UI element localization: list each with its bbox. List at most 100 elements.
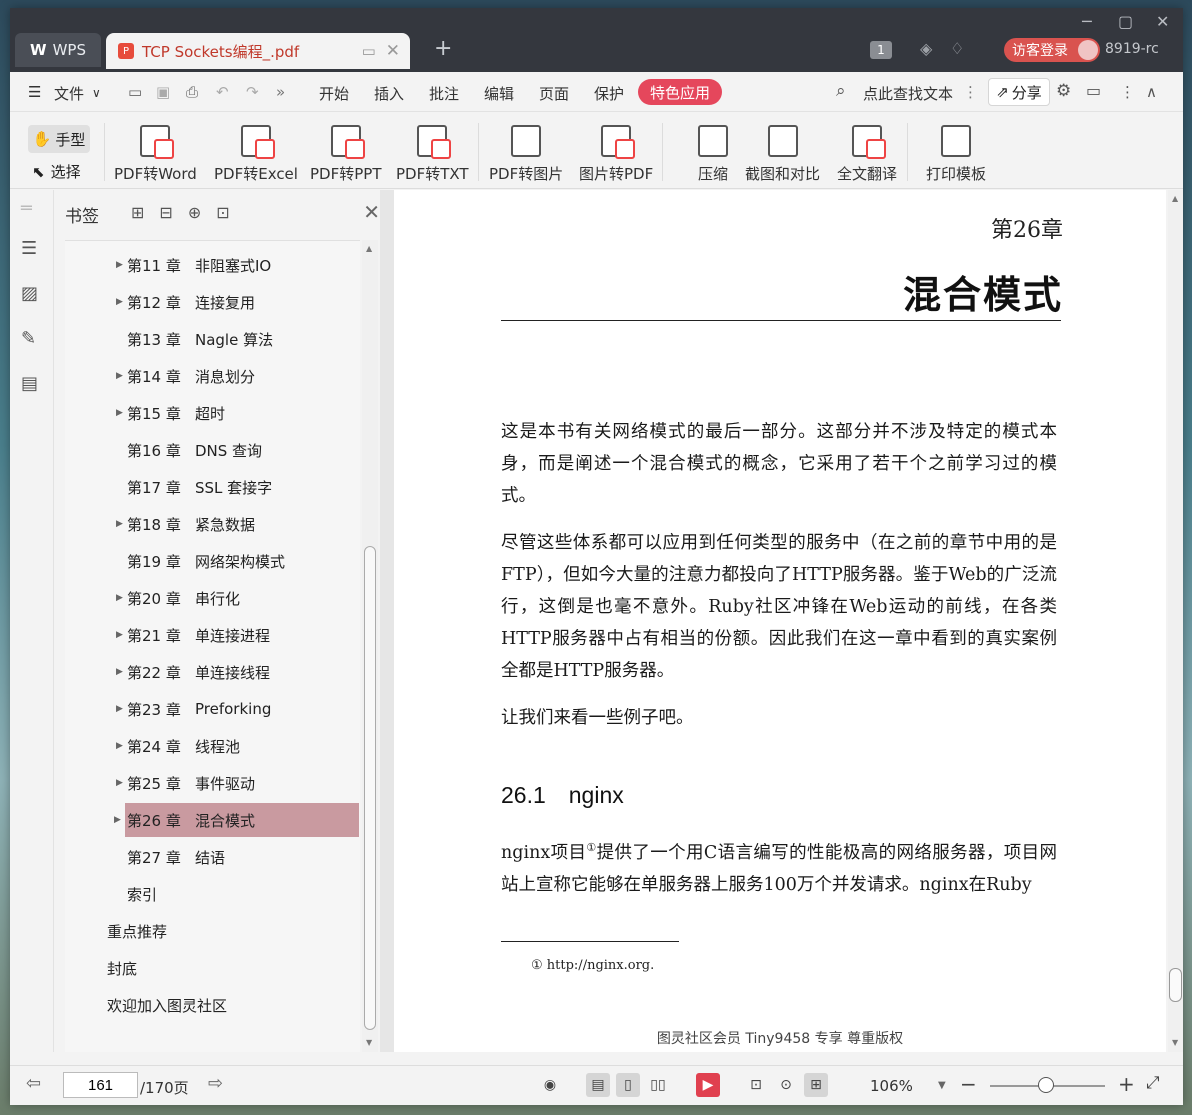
scroll-up-icon[interactable]: ▲ — [366, 244, 372, 253]
bookmark-item[interactable]: ▶ 第21 章单连接进程 — [116, 618, 270, 652]
share-button[interactable]: ⇗ 分享 — [988, 78, 1050, 106]
new-tab-icon[interactable]: + — [434, 36, 452, 61]
chevron-down-icon[interactable]: ∨ — [92, 86, 101, 100]
footnote-ref[interactable]: ① — [586, 841, 596, 854]
full-translate-button[interactable]: 全文翻译 — [837, 125, 897, 184]
comment-icon[interactable]: ▭ — [1086, 81, 1101, 100]
bookmark-item[interactable]: 第13 章 Nagle 算法 — [127, 322, 273, 356]
close-window-icon[interactable]: ✕ — [1156, 12, 1169, 31]
thumbnail-panel-icon[interactable]: ▨ — [21, 283, 38, 304]
pdf-to-image-button[interactable]: PDF转图片 — [489, 125, 563, 184]
attachment-panel-icon[interactable]: ▤ — [21, 373, 38, 394]
pdf-to-txt-button[interactable]: PDF转TXT — [396, 125, 469, 184]
add-bookmark-icon[interactable]: ⊕ — [188, 203, 201, 222]
tab-special-apps[interactable]: 特色应用 — [638, 79, 722, 105]
bookmark-item[interactable]: ▶ 第14 章消息划分 — [116, 359, 255, 393]
bookmark-panel-icon[interactable]: ☰ — [21, 238, 37, 259]
tab-page[interactable]: 页面 — [539, 83, 569, 104]
bookmark-item[interactable]: ▶ 第12 章连接复用 — [116, 285, 255, 319]
pdf-to-ppt-button[interactable]: PDF转PPT — [310, 125, 381, 184]
fullscreen-icon[interactable]: ⤢ — [1146, 1073, 1160, 1093]
redo-icon[interactable]: ↷ — [246, 83, 259, 101]
pin-icon[interactable]: ▭ — [362, 42, 376, 60]
double-page-icon[interactable]: ▯▯ — [646, 1073, 670, 1097]
document-tab[interactable]: P TCP Sockets编程_.pdf ▭ ✕ — [106, 33, 410, 69]
screenshot-compare-button[interactable]: 截图和对比 — [745, 125, 820, 184]
single-page-icon[interactable]: ▯ — [616, 1073, 640, 1097]
collapse-ribbon-icon[interactable]: ∧ — [1146, 83, 1157, 101]
expand-arrow-icon[interactable]: ▶ — [116, 593, 123, 603]
minimize-icon[interactable]: ─ — [1082, 12, 1092, 31]
shirt-icon[interactable]: ♢ — [950, 39, 964, 58]
expand-arrow-icon[interactable]: ▶ — [116, 667, 123, 677]
page-number-input[interactable] — [63, 1072, 138, 1098]
bookmark-item[interactable]: 欢迎加入图灵社区 — [107, 988, 227, 1022]
expand-arrow-icon[interactable]: ▶ — [116, 741, 123, 751]
skin-icon[interactable]: ◈ — [920, 39, 932, 58]
scrollbar-thumb[interactable] — [364, 546, 376, 1030]
compress-button[interactable]: 压缩 — [698, 125, 728, 184]
hamburger-icon[interactable]: ☰ — [28, 83, 41, 101]
bookmark-item[interactable]: ▶ 第25 章事件驱动 — [116, 766, 255, 800]
bookmark-item[interactable]: ▶ 第11 章非阻塞式IO — [116, 248, 271, 282]
tab-edit[interactable]: 编辑 — [484, 83, 514, 104]
select-tool-button[interactable]: ⬉ 选择 — [32, 161, 81, 182]
print-icon[interactable]: ⎙ — [186, 83, 198, 101]
expand-arrow-icon[interactable]: ▶ — [116, 260, 123, 270]
play-icon[interactable]: ▶ — [696, 1073, 720, 1097]
annotation-panel-icon[interactable]: ✎ — [21, 328, 36, 349]
prev-page-icon[interactable]: ⇦ — [26, 1073, 41, 1094]
zoom-slider-knob[interactable] — [1038, 1077, 1054, 1093]
tab-protect[interactable]: 保护 — [594, 83, 624, 104]
close-tab-icon[interactable]: ✕ — [386, 41, 400, 61]
bookmark-item[interactable]: ▶ 第15 章超时 — [116, 396, 225, 430]
bookmark-item[interactable]: 第19 章网络架构模式 — [127, 544, 285, 578]
close-panel-icon[interactable]: ✕ — [363, 200, 380, 224]
bookmark-settings-icon[interactable]: ⊡ — [216, 203, 229, 222]
bookmark-item[interactable]: 第27 章结语 — [127, 840, 225, 874]
guest-login-button[interactable]: 访客登录 — [1004, 38, 1100, 62]
open-folder-icon[interactable]: ▭ — [128, 83, 142, 101]
bookmark-item[interactable]: ▶ 第18 章紧急数据 — [116, 507, 255, 541]
expand-arrow-icon[interactable]: ▶ — [116, 519, 123, 529]
fit-width-icon[interactable]: ⊞ — [804, 1073, 828, 1097]
print-template-button[interactable]: 打印模板 — [926, 125, 986, 184]
expand-all-icon[interactable]: ⊞ — [131, 203, 144, 222]
zoom-in-icon[interactable]: + — [1118, 1072, 1135, 1096]
zoom-level[interactable]: 106% — [870, 1077, 913, 1095]
collapse-all-icon[interactable]: ⊟ — [159, 203, 172, 222]
expand-arrow-icon[interactable]: ▶ — [116, 371, 123, 381]
continuous-view-icon[interactable]: ▤ — [586, 1073, 610, 1097]
zoom-dropdown-icon[interactable]: ▼ — [938, 1080, 946, 1091]
more-icon[interactable]: » — [276, 83, 285, 101]
bookmark-item[interactable]: 重点推荐 — [107, 914, 167, 948]
expand-arrow-icon[interactable]: ▶ — [114, 815, 121, 825]
tab-insert[interactable]: 插入 — [374, 83, 404, 104]
tab-start[interactable]: 开始 — [319, 83, 349, 104]
search-icon[interactable]: ⌕ — [836, 81, 846, 101]
expand-arrow-icon[interactable]: ▶ — [116, 408, 123, 418]
bookmark-item-selected[interactable]: ▶ 第26 章混合模式 — [114, 803, 359, 837]
gear-icon[interactable]: ⚙ — [1056, 81, 1071, 101]
undo-icon[interactable]: ↶ — [216, 83, 229, 101]
bookmark-item[interactable]: 封底 — [107, 951, 137, 985]
bookmark-item[interactable]: ▶ 第23 章 Preforking — [116, 692, 271, 726]
hand-tool-button[interactable]: ✋ 手型 — [28, 125, 90, 153]
file-menu[interactable]: 文件 — [54, 83, 84, 104]
document-scrollbar[interactable]: ▲ ▼ — [1168, 190, 1183, 1052]
tab-annotate[interactable]: 批注 — [429, 83, 459, 104]
bookmark-item[interactable]: ▶ 第20 章串行化 — [116, 581, 240, 615]
save-icon[interactable]: ▣ — [156, 83, 170, 101]
bookmark-item[interactable]: ▶ 第24 章线程池 — [116, 729, 240, 763]
scroll-down-icon[interactable]: ▼ — [366, 1038, 372, 1047]
bookmark-item[interactable]: ▶ 第22 章单连接线程 — [116, 655, 270, 689]
search-text-button[interactable]: 点此查找文本 — [863, 83, 953, 104]
pdf-to-word-button[interactable]: PDF转Word — [114, 125, 197, 184]
scroll-down-icon[interactable]: ▼ — [1172, 1038, 1178, 1047]
fit-page-icon[interactable]: ⊙ — [774, 1073, 798, 1097]
bookmark-item[interactable]: 第17 章 SSL 套接字 — [127, 470, 272, 504]
bookmark-item[interactable]: 索引 — [127, 877, 157, 911]
drag-handle-icon[interactable]: ═ — [21, 198, 32, 219]
more-options-icon[interactable]: ⋮ — [1120, 83, 1135, 101]
more-vertical-icon[interactable]: ⋮ — [963, 83, 978, 101]
